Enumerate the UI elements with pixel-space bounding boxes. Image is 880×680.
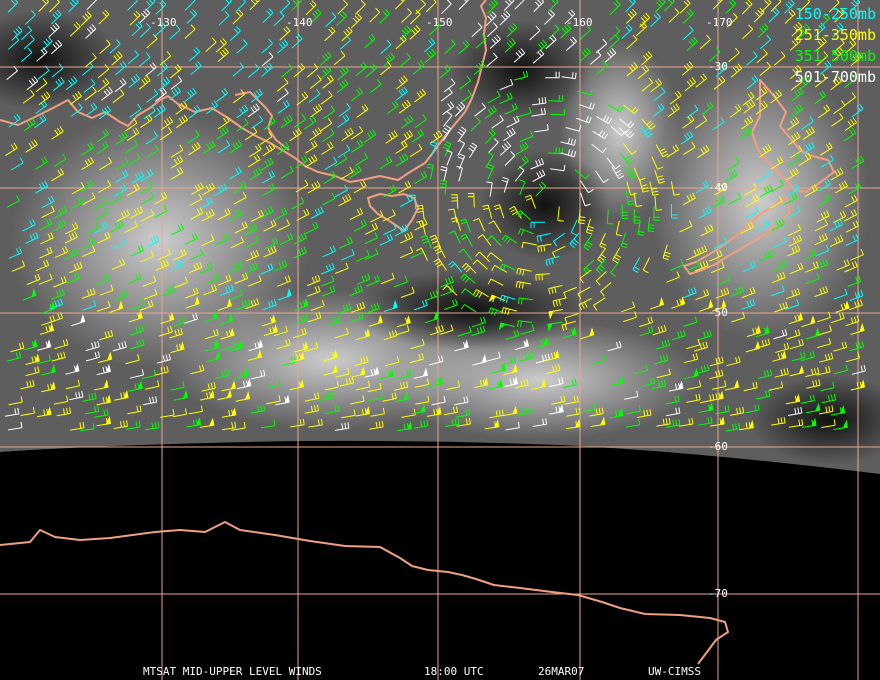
legend-item-351-500: 351-500mb [794, 47, 876, 65]
caption-source: UW-CIMSS [648, 665, 701, 678]
lat-label-40: -40 [708, 181, 728, 194]
caption-date: 26MAR07 [538, 665, 585, 678]
caption-product: MTSAT MID-UPPER LEVEL WINDS [143, 665, 322, 678]
satellite-wind-map: -130 -140 -150 -160 -170 -30 -40 -50 -60… [0, 0, 880, 680]
lon-label-130: -130 [150, 16, 177, 29]
lon-label-140: -140 [286, 16, 313, 29]
caption-time: 18:00 UTC [424, 665, 484, 678]
lat-label-60: -60 [708, 440, 728, 453]
legend-item-501-700: 501-700mb [794, 68, 876, 86]
lat-label-70: -70 [708, 587, 728, 600]
pressure-legend: 150-250mb 251-350mb 351-500mb 501-700mb [795, 4, 876, 88]
lat-label-50: -50 [708, 306, 728, 319]
product-caption: MTSAT MID-UPPER LEVEL WINDS 18:00 UTC 26… [0, 665, 880, 679]
lon-label-150: -150 [426, 16, 453, 29]
legend-item-150-250: 150-250mb [794, 5, 876, 23]
lat-label-30: -30 [708, 60, 728, 73]
lon-label-160: -160 [566, 16, 593, 29]
legend-item-251-350: 251-350mb [794, 26, 876, 44]
lon-label-170: -170 [706, 16, 733, 29]
